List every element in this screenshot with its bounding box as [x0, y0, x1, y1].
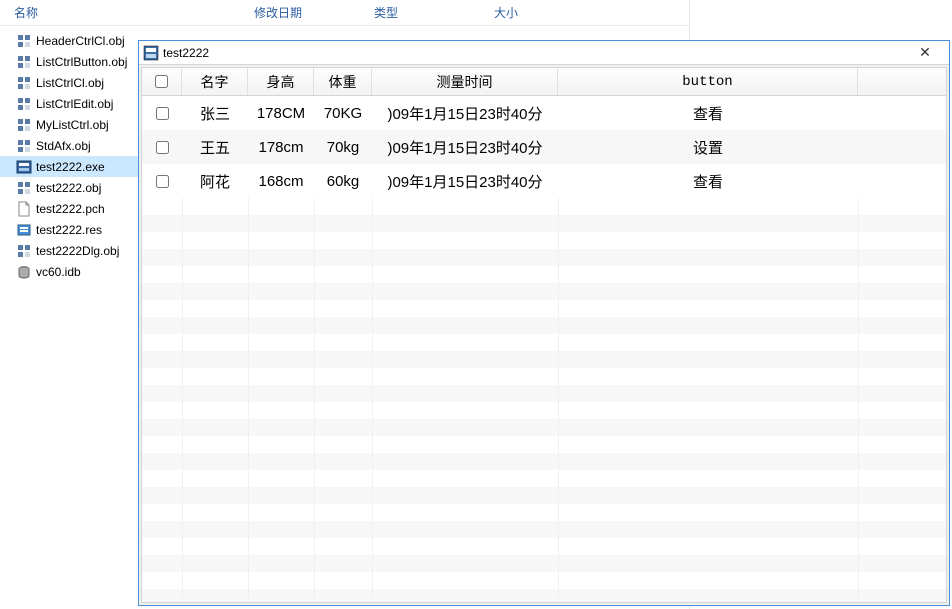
file-icon	[16, 33, 32, 49]
table-row[interactable]: 阿花168cm60kg)09年1月15日23时40分查看	[142, 164, 946, 198]
file-icon	[16, 96, 32, 112]
col-header-checkbox[interactable]	[142, 68, 182, 95]
file-label: test2222Dlg.obj	[36, 244, 119, 258]
col-header-name[interactable]: 名称	[14, 4, 254, 21]
cell-weight: 70KG	[314, 96, 372, 130]
row-checkbox[interactable]	[156, 141, 169, 154]
file-icon	[16, 264, 32, 280]
file-label: test2222.res	[36, 223, 102, 237]
file-icon	[16, 201, 32, 217]
file-label: MyListCtrl.obj	[36, 118, 109, 132]
cell-weight: 70kg	[314, 130, 372, 164]
col-header-size[interactable]: 大小	[494, 4, 614, 21]
file-icon	[16, 138, 32, 154]
cell-weight: 60kg	[314, 164, 372, 198]
col-header-date[interactable]: 修改日期	[254, 4, 374, 21]
file-label: HeaderCtrlCl.obj	[36, 34, 125, 48]
listview[interactable]: 名字 身高 体重 测量时间 button 张三178CM70KG)09年1月15…	[141, 67, 947, 603]
col-header-weight[interactable]: 体重	[314, 68, 372, 95]
cell-button[interactable]: 设置	[558, 130, 858, 164]
close-button[interactable]: ✕	[903, 42, 947, 64]
dialog-body: 名字 身高 体重 测量时间 button 张三178CM70KG)09年1月15…	[139, 65, 949, 605]
col-header-button[interactable]: button	[558, 68, 858, 95]
cell-height: 168cm	[248, 164, 314, 198]
file-label: test2222.pch	[36, 202, 105, 216]
file-icon	[16, 75, 32, 91]
listview-rows: 张三178CM70KG)09年1月15日23时40分查看王五178cm70kg)…	[142, 96, 946, 602]
titlebar[interactable]: test2222 ✕	[139, 41, 949, 65]
file-icon	[16, 243, 32, 259]
explorer-column-header[interactable]: 名称 修改日期 类型 大小	[0, 0, 689, 26]
cell-name: 张三	[182, 96, 248, 130]
file-label: ListCtrlEdit.obj	[36, 97, 113, 111]
cell-time: )09年1月15日23时40分	[372, 164, 558, 198]
file-icon	[16, 180, 32, 196]
file-label: StdAfx.obj	[36, 139, 91, 153]
row-checkbox-cell	[142, 164, 182, 198]
cell-height: 178CM	[248, 96, 314, 130]
cell-time: )09年1月15日23时40分	[372, 96, 558, 130]
file-icon	[16, 159, 32, 175]
close-icon: ✕	[919, 44, 931, 61]
cell-button[interactable]: 查看	[558, 96, 858, 130]
row-checkbox[interactable]	[156, 175, 169, 188]
window-title: test2222	[163, 46, 899, 60]
file-label: test2222.exe	[36, 160, 105, 174]
listview-header[interactable]: 名字 身高 体重 测量时间 button	[142, 68, 946, 96]
cell-time: )09年1月15日23时40分	[372, 130, 558, 164]
file-label: vc60.idb	[36, 265, 81, 279]
file-icon	[16, 117, 32, 133]
cell-name: 王五	[182, 130, 248, 164]
col-header-height[interactable]: 身高	[248, 68, 314, 95]
row-checkbox-cell	[142, 130, 182, 164]
row-checkbox-cell	[142, 96, 182, 130]
row-checkbox[interactable]	[156, 107, 169, 120]
file-label: test2222.obj	[36, 181, 101, 195]
file-icon	[16, 54, 32, 70]
header-checkbox[interactable]	[155, 75, 168, 88]
col-header-time[interactable]: 测量时间	[372, 68, 558, 95]
app-icon	[143, 45, 159, 61]
file-label: ListCtrlCl.obj	[36, 76, 104, 90]
table-row[interactable]: 张三178CM70KG)09年1月15日23时40分查看	[142, 96, 946, 130]
file-label: ListCtrlButton.obj	[36, 55, 127, 69]
file-icon	[16, 222, 32, 238]
dialog-window: test2222 ✕ 名字 身高 体重 测量时间 button 张三178CM7…	[138, 40, 950, 606]
cell-button[interactable]: 查看	[558, 164, 858, 198]
col-header-name[interactable]: 名字	[182, 68, 248, 95]
cell-name: 阿花	[182, 164, 248, 198]
table-row[interactable]: 王五178cm70kg)09年1月15日23时40分设置	[142, 130, 946, 164]
col-header-type[interactable]: 类型	[374, 4, 494, 21]
cell-height: 178cm	[248, 130, 314, 164]
